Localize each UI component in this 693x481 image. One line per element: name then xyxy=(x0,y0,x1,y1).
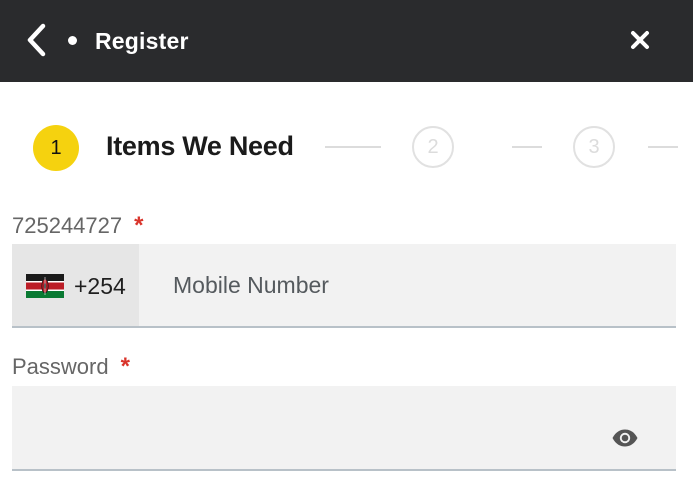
phone-field-label: 725244727 * xyxy=(12,212,143,240)
mobile-number-input[interactable] xyxy=(157,264,657,306)
step-1-indicator: 1 xyxy=(33,125,79,171)
country-code-selector[interactable]: +254 xyxy=(12,244,139,326)
password-label-text: Password xyxy=(12,354,109,379)
eye-icon xyxy=(612,429,638,447)
back-button[interactable] xyxy=(18,18,54,62)
phone-field: +254 xyxy=(12,244,676,328)
step-1-label: Items We Need xyxy=(106,131,294,161)
app-header: Register xyxy=(0,0,693,82)
kenya-flag-icon xyxy=(26,274,64,298)
close-button[interactable] xyxy=(622,22,658,58)
show-password-button[interactable] xyxy=(608,424,642,452)
chevron-left-icon xyxy=(27,23,46,57)
phone-label-text: 725244727 xyxy=(12,213,123,238)
step-3-indicator: 3 xyxy=(573,126,615,168)
step-2-indicator: 2 xyxy=(412,126,454,168)
password-field xyxy=(12,386,676,471)
country-code: +254 xyxy=(74,273,126,299)
required-asterisk: * xyxy=(120,353,130,380)
breadcrumb-dot xyxy=(68,36,77,45)
close-icon xyxy=(631,31,649,49)
password-input[interactable] xyxy=(12,406,592,448)
step-connector xyxy=(325,146,381,148)
required-asterisk: * xyxy=(134,212,144,239)
page-title: Register xyxy=(95,28,189,54)
step-connector xyxy=(648,146,678,148)
step-connector xyxy=(512,146,542,148)
password-field-label: Password * xyxy=(12,353,130,381)
